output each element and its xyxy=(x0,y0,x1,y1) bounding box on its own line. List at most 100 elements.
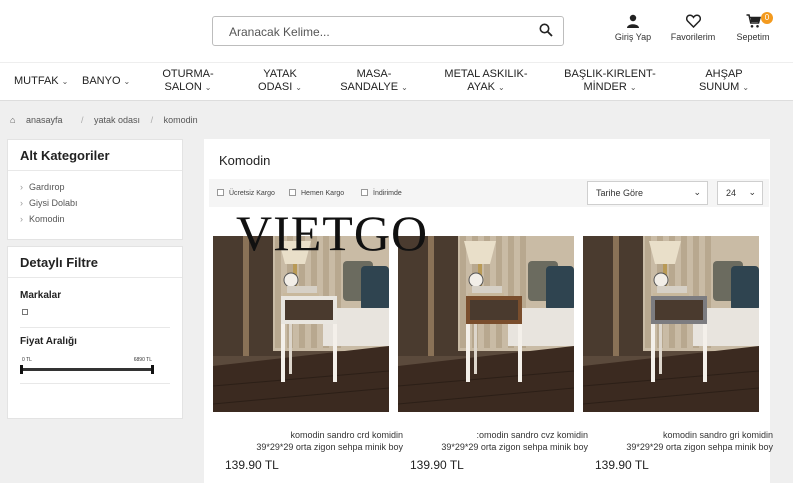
filter-title: Detaylı Filtre xyxy=(8,247,182,278)
nav-item-banyo[interactable]: BANYO ⌄ xyxy=(82,75,130,88)
breadcrumb-yatak-odasi[interactable]: yatak odası xyxy=(94,115,140,125)
chevron-down-icon: ⌄ xyxy=(295,83,302,92)
nav-label: SALON xyxy=(164,81,202,93)
price-min-handle[interactable] xyxy=(20,365,23,374)
nav-item-yatak-odasi[interactable]: YATAK ODASI ⌄ xyxy=(252,68,308,94)
product-name[interactable]: komodin sandro crd komidin 39*29*29 orta … xyxy=(203,429,403,453)
nav-label: MİNDER xyxy=(583,81,627,93)
subcategory-label: Komodin xyxy=(29,214,65,224)
filter-label: Hemen Kargo xyxy=(301,190,345,197)
chevron-down-icon: ⌄ xyxy=(123,77,131,86)
subcategory-label: Gardırop xyxy=(29,182,65,192)
search-button[interactable] xyxy=(539,23,555,39)
subcategory-list: › Gardırop › Giysi Dolabı › Komodin xyxy=(8,171,182,233)
heart-icon xyxy=(685,14,701,28)
site-header: Giriş Yap Favorilerim Sepetim 0 xyxy=(0,0,793,62)
nav-label: ODASI xyxy=(258,81,293,93)
price-range-slider: 0 TL 6890 TL xyxy=(20,357,170,383)
nav-item-masa-sandalye[interactable]: MASA- SANDALYE ⌄ xyxy=(338,68,410,94)
detailed-filter-panel: Detaylı Filtre Markalar Fiyat Aralığı 0 … xyxy=(7,246,183,419)
subcategories-panel: Alt Kategoriler › Gardırop › Giysi Dolabı … xyxy=(7,139,183,240)
price-range-track xyxy=(20,368,154,371)
product-photo xyxy=(583,236,759,412)
watermark: VIETGO xyxy=(236,205,429,261)
product-name-line: komodin sandro crd komidin xyxy=(290,430,403,440)
login-label: Giriş Yap xyxy=(614,32,652,42)
cart-label: Sepetim xyxy=(736,32,770,42)
breadcrumb-label: anasayfa xyxy=(25,115,63,125)
price-max-handle[interactable] xyxy=(151,365,154,374)
chevron-down-icon: ⌄ xyxy=(693,187,701,197)
breadcrumb-komodin[interactable]: komodin xyxy=(164,115,198,125)
nav-item-baslik-kirlent-minder[interactable]: BAŞLIK-KIRLENT- MİNDER ⌄ xyxy=(562,68,658,94)
subcategory-komodin[interactable]: › Komodin xyxy=(20,211,170,227)
filter-label: Ücretsiz Kargo xyxy=(229,190,275,197)
category-nav: MUTFAK ⌄ BANYO ⌄ OTURMA- SALON ⌄ YATAK ODASI ⌄… xyxy=(0,62,793,101)
brands-label: Markalar xyxy=(20,290,62,301)
nav-label: YATAK xyxy=(263,68,297,80)
product-image[interactable] xyxy=(583,236,759,412)
on-sale-checkbox[interactable]: İndirimde xyxy=(361,189,402,197)
breadcrumb-separator: / xyxy=(150,115,154,125)
chevron-down-icon: ⌄ xyxy=(742,83,750,92)
divider xyxy=(20,383,170,384)
price-range-label: Fiyat Aralığı xyxy=(20,336,77,347)
search-input[interactable] xyxy=(229,23,529,41)
product-name[interactable]: komodin sandro gri komidin 39*29*29 orta … xyxy=(573,429,773,453)
divider xyxy=(20,327,170,328)
cart-icon xyxy=(746,14,761,28)
free-shipping-checkbox[interactable]: Ücretsiz Kargo xyxy=(217,189,275,197)
product-name-line: 39*29*29 orta zigon sehpa minik boy xyxy=(626,442,773,452)
price-max-label: 6890 TL xyxy=(133,357,152,363)
nav-item-oturma-salon[interactable]: OTURMA- SALON ⌄ xyxy=(158,68,218,94)
sort-value: Tarihe Göre xyxy=(596,188,644,198)
price-min-label: 0 TL xyxy=(22,357,32,363)
subcategory-gardirop[interactable]: › Gardırop xyxy=(20,179,170,195)
product-name-line: :omodin sandro cvz komidin xyxy=(476,430,588,440)
nav-item-ahsap-sunum[interactable]: AHŞAP SUNUM ⌄ xyxy=(694,68,754,94)
search-icon xyxy=(539,23,553,37)
nav-item-metal-askilik-ayak[interactable]: METAL ASKILIK- AYAK ⌄ xyxy=(440,68,532,94)
product-name[interactable]: :omodin sandro cvz komidin 39*29*29 orta … xyxy=(388,429,588,453)
checkbox-box xyxy=(361,189,368,196)
subcategory-giysi-dolabi[interactable]: › Giysi Dolabı xyxy=(20,195,170,211)
chevron-down-icon: ⌄ xyxy=(61,77,69,86)
subcategories-title: Alt Kategoriler xyxy=(8,140,182,171)
product-price: 139.90 TL xyxy=(595,458,649,472)
breadcrumb-home[interactable]: ⌂ anasayfa xyxy=(10,115,70,125)
brand-checkbox[interactable] xyxy=(22,309,28,315)
nav-item-mutfak[interactable]: MUTFAK ⌄ xyxy=(14,75,68,88)
filter-label: İndirimde xyxy=(373,190,402,197)
product-listing: Komodin Ücretsiz Kargo Hemen Kargo İndir… xyxy=(203,139,773,483)
page-size-value: 24 xyxy=(726,188,737,198)
chevron-right-icon: › xyxy=(20,182,23,192)
chevron-down-icon: ⌄ xyxy=(204,83,212,92)
search-box xyxy=(212,16,564,46)
product-card[interactable]: komodin sandro gri komidin 39*29*29 orta … xyxy=(583,236,773,472)
nav-label: METAL ASKILIK- xyxy=(444,68,528,80)
chevron-right-icon: › xyxy=(20,198,23,208)
product-price: 139.90 TL xyxy=(410,458,464,472)
chevron-down-icon: ⌄ xyxy=(629,83,637,92)
nav-label: OTURMA- xyxy=(162,68,214,80)
product-name-line: 39*29*29 orta zigon sehpa minik boy xyxy=(441,442,588,452)
cart-button[interactable]: Sepetim 0 xyxy=(731,12,775,42)
nav-label: MASA- xyxy=(356,68,392,80)
chevron-right-icon: › xyxy=(20,214,23,224)
chevron-down-icon: ⌄ xyxy=(498,83,505,92)
home-icon: ⌂ xyxy=(10,115,16,125)
nav-label: SANDALYE xyxy=(340,81,399,93)
nav-label: AHŞAP xyxy=(705,68,743,80)
subcategory-label: Giysi Dolabı xyxy=(29,198,78,208)
favorites-button[interactable]: Favorilerim xyxy=(666,14,720,42)
sort-select[interactable]: Tarihe Göre ⌄ xyxy=(587,181,708,205)
page-title: Komodin xyxy=(219,153,271,168)
fast-shipping-checkbox[interactable]: Hemen Kargo xyxy=(289,189,344,197)
nav-label: BAŞLIK-KIRLENT- xyxy=(564,68,656,80)
login-button[interactable]: Giriş Yap xyxy=(612,14,654,42)
chevron-down-icon: ⌄ xyxy=(748,187,756,197)
checkbox-box xyxy=(217,189,224,196)
favorites-label: Favorilerim xyxy=(670,32,716,42)
chevron-down-icon: ⌄ xyxy=(401,83,408,92)
page-size-select[interactable]: 24 ⌄ xyxy=(717,181,763,205)
